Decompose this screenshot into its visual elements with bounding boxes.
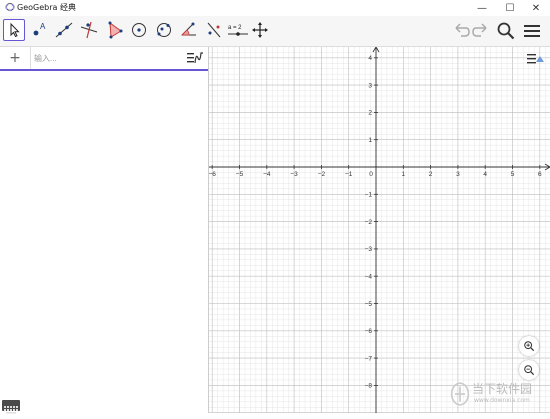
- y-tick-label: −5: [365, 301, 373, 308]
- zoom-in-button[interactable]: [519, 336, 539, 356]
- line-icon: [55, 22, 73, 38]
- graphics-style-icon: [527, 54, 544, 64]
- move-tool-button[interactable]: [3, 19, 25, 41]
- slider-label: a = 2: [228, 25, 242, 31]
- watermark-logo-icon: [450, 382, 470, 406]
- y-tick-label: −3: [365, 246, 373, 253]
- perpendicular-line-icon: [80, 21, 98, 39]
- undo-button[interactable]: [450, 20, 472, 42]
- y-tick-label: −6: [365, 328, 373, 335]
- geogebra-logo-icon: [5, 3, 15, 12]
- angle-tool-button[interactable]: [178, 19, 200, 41]
- y-tick-label: 2: [368, 110, 372, 117]
- x-tick-label: −5: [236, 171, 244, 178]
- angle-icon: [181, 22, 196, 36]
- y-tick-label: 3: [368, 82, 372, 89]
- polygon-icon: [108, 21, 123, 39]
- coordinate-plane[interactable]: −6 −5 −4 −3 −2 −1 0 1 2 3 4 5 6 4 3 2 1 −1 −2 −3 −4 −5 −6 −7 −8: [209, 47, 550, 413]
- circle-icon: [132, 23, 146, 37]
- zoom-out-button[interactable]: [519, 360, 539, 380]
- algebra-input-row: +: [0, 47, 208, 71]
- watermark: 当下软件园 www.downxia.com: [448, 378, 550, 413]
- title-bar: GeoGebra 经典 — ☐ ✕: [0, 0, 550, 16]
- y-tick-label: −7: [365, 355, 373, 362]
- y-tick-label: 1: [368, 137, 372, 144]
- x-tick-label: −1: [345, 171, 353, 178]
- y-tick-label: −1: [365, 192, 373, 199]
- hamburger-menu-icon: [524, 25, 540, 37]
- redo-icon: [472, 23, 487, 37]
- ellipse-icon: [157, 23, 171, 37]
- close-button[interactable]: ✕: [522, 0, 550, 16]
- conic-tool-button[interactable]: [153, 19, 175, 41]
- watermark-url: www.downxia.com: [474, 397, 530, 404]
- algebra-description-icon: [187, 52, 203, 64]
- x-tick-label: 5: [511, 171, 515, 178]
- polygon-tool-button[interactable]: [103, 19, 125, 41]
- graphics-view[interactable]: −6 −5 −4 −3 −2 −1 0 1 2 3 4 5 6 4 3 2 1 −1 −2 −3 −4 −5 −6 −7 −8: [209, 47, 550, 413]
- algebra-input-field[interactable]: [34, 51, 174, 65]
- zoom-out-icon: [524, 365, 535, 376]
- x-tick-label: −3: [290, 171, 298, 178]
- y-tick-label: −4: [365, 274, 373, 281]
- window-title: GeoGebra 经典: [17, 3, 76, 12]
- move-graphics-view-tool-button[interactable]: [249, 19, 271, 41]
- watermark-text: 当下软件园: [472, 382, 533, 396]
- graphics-style-button[interactable]: [524, 50, 546, 68]
- perpendicular-tool-button[interactable]: [78, 19, 100, 41]
- slider-icon: a = 2: [228, 25, 248, 36]
- toolbar: A a = 2: [0, 16, 550, 47]
- x-tick-label: 6: [538, 171, 542, 178]
- move-arrows-icon: [252, 22, 268, 38]
- y-tick-label: 4: [368, 55, 372, 62]
- x-tick-label: −2: [318, 171, 326, 178]
- slider-tool-button[interactable]: a = 2: [225, 19, 251, 41]
- add-item-button[interactable]: +: [0, 47, 31, 69]
- circle-center-point-tool-button[interactable]: [128, 19, 150, 41]
- point-icon: A: [33, 22, 46, 36]
- reflect-tool-button[interactable]: [203, 19, 225, 41]
- algebra-style-button[interactable]: [184, 48, 206, 68]
- x-tick-label: −6: [209, 171, 216, 178]
- x-tick-label: −4: [263, 171, 271, 178]
- y-tick-label: −8: [365, 383, 373, 390]
- x-tick-label: 4: [483, 171, 487, 178]
- x-tick-label: 1: [401, 171, 405, 178]
- keyboard-icon: [4, 406, 18, 414]
- zoom-in-icon: [524, 341, 535, 352]
- minimize-button[interactable]: —: [468, 0, 496, 16]
- x-tick-label: 3: [456, 171, 460, 178]
- redo-button[interactable]: [470, 20, 492, 42]
- main-menu-button[interactable]: [521, 20, 543, 42]
- x-tick-label: 2: [429, 171, 433, 178]
- algebra-view: +: [0, 47, 209, 413]
- search-icon: [497, 22, 515, 40]
- cursor-arrow-icon: [10, 22, 20, 38]
- reflect-line-icon: [207, 22, 221, 38]
- x-tick-label: 0: [369, 171, 373, 178]
- search-button[interactable]: [495, 20, 517, 42]
- y-tick-label: −2: [365, 219, 373, 226]
- virtual-keyboard-button[interactable]: [2, 400, 20, 414]
- point-tool-button[interactable]: A: [28, 19, 50, 41]
- undo-icon: [455, 23, 470, 37]
- maximize-button[interactable]: ☐: [496, 0, 524, 16]
- line-tool-button[interactable]: [53, 19, 75, 41]
- point-label: A: [40, 22, 46, 31]
